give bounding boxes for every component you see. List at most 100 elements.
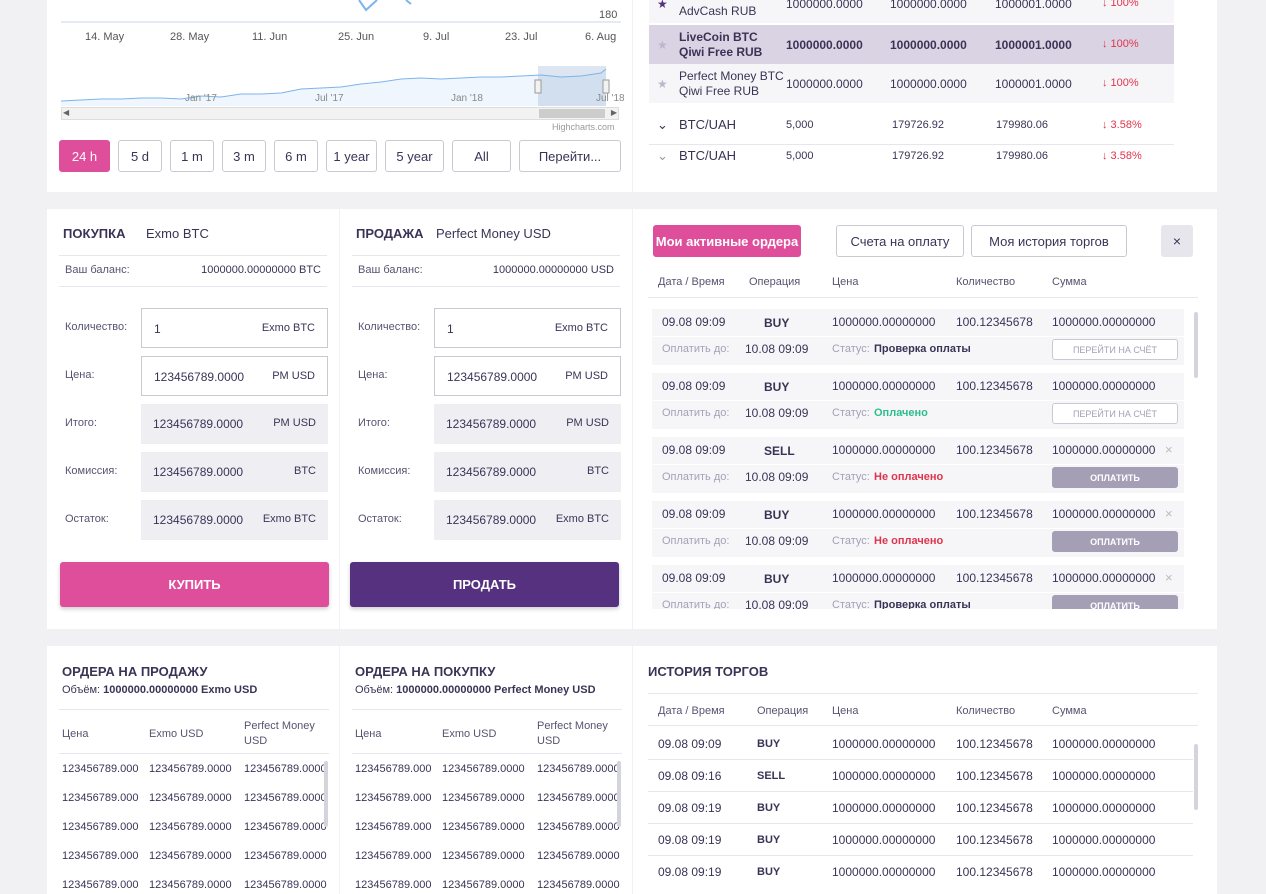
main-chart[interactable] (61, 0, 621, 26)
book-cell[interactable]: 123456789.0000 (149, 850, 232, 862)
field-label: Итого: (358, 417, 390, 429)
book-cell[interactable]: 123456789.000 (355, 792, 431, 804)
book-cell[interactable]: 123456789.0000 (442, 763, 525, 775)
scroll-left-icon[interactable]: ◀ (63, 108, 69, 117)
scroll-right-icon[interactable]: ▶ (611, 108, 617, 117)
sell-button[interactable]: ПРОДАТЬ (350, 562, 619, 607)
close-icon[interactable]: × (1165, 570, 1173, 585)
book-cell[interactable]: 123456789.0000 (149, 821, 232, 833)
book-scrollbar[interactable] (324, 761, 328, 827)
order-sum: 1000000.00000000 (1052, 315, 1156, 329)
history-scrollbar[interactable] (1194, 744, 1198, 810)
book-cell[interactable]: 123456789.0000 (244, 850, 327, 862)
market-group-row[interactable]: ⌄ BTC/UAH 5,000 179726.92 179980.06 ↓ 3.58% (649, 146, 1174, 176)
book-cell[interactable]: 123456789.000 (355, 763, 431, 775)
book-cell[interactable]: 123456789.000 (355, 821, 431, 833)
book-cell[interactable]: 123456789.0000 (537, 879, 620, 891)
book-cell[interactable]: 123456789.000 (62, 763, 138, 775)
book-cell[interactable]: 123456789.0000 (537, 821, 620, 833)
readonly-field: 123456789.0000 BTC (141, 452, 328, 492)
pay-button[interactable]: ОПЛАТИТЬ (1052, 531, 1178, 552)
buy-button[interactable]: КУПИТЬ (60, 562, 329, 607)
buy-orders-panel: ОРДЕРА НА ПОКУПКУ Объём: 1000000.00000000… (340, 646, 632, 894)
pay-until-value: 10.08 09:09 (745, 406, 809, 420)
pay-until-label: Оплатить до: (662, 599, 730, 609)
column-header: Цена (62, 728, 89, 740)
star-icon[interactable]: ★ (657, 0, 668, 11)
pay-button[interactable]: ОПЛАТИТЬ (1052, 595, 1178, 609)
book-cell[interactable]: 123456789.0000 (537, 850, 620, 862)
orders-scrollbar[interactable] (1194, 312, 1198, 378)
book-cell[interactable]: 123456789.0000 (537, 763, 620, 775)
range-button[interactable]: 24 h (59, 140, 110, 172)
amount-input[interactable]: 123456789.0000 PM USD (141, 356, 328, 396)
range-button[interactable]: 5 d (118, 140, 162, 172)
book-cell[interactable]: 123456789.0000 (537, 792, 620, 804)
range-button[interactable]: 1 m (170, 140, 214, 172)
divider (59, 709, 329, 710)
amount-input[interactable]: 123456789.0000 PM USD (434, 356, 621, 396)
chevron-down-icon[interactable]: ⌄ (657, 148, 668, 164)
range-button[interactable]: 6 m (274, 140, 318, 172)
history-operation: BUY (757, 802, 781, 814)
divider (352, 255, 620, 256)
orders-tab[interactable]: Мои активные ордера (653, 225, 801, 257)
book-cell[interactable]: 123456789.000 (355, 879, 431, 891)
column-header: Exmo USD (149, 728, 204, 740)
close-icon[interactable]: × (1161, 225, 1193, 257)
book-cell[interactable]: 123456789.0000 (442, 792, 525, 804)
book-cell[interactable]: 123456789.000 (355, 850, 431, 862)
close-icon[interactable]: × (1165, 506, 1173, 521)
book-cell[interactable]: 123456789.000 (62, 850, 138, 862)
book-cell[interactable]: 123456789.0000 (244, 763, 327, 775)
chevron-down-icon[interactable]: ⌄ (657, 117, 668, 133)
pair-name: Qiwi Free RUB (679, 84, 760, 98)
book-cell[interactable]: 123456789.0000 (442, 850, 525, 862)
field-value: 123456789.0000 (446, 513, 537, 527)
star-icon[interactable]: ★ (657, 38, 668, 52)
pair-name: Perfect Money BTC (679, 69, 784, 83)
chart-credit[interactable]: Highcharts.com (552, 122, 615, 132)
close-icon[interactable]: × (1165, 442, 1173, 457)
range-button[interactable]: Перейти... (519, 140, 621, 172)
book-scrollbar[interactable] (617, 761, 621, 827)
book-cell[interactable]: 123456789.0000 (442, 821, 525, 833)
pay-until-label: Оплатить до: (662, 471, 730, 483)
go-to-invoice-button[interactable]: ПЕРЕЙТИ НА СЧЁТ (1052, 339, 1178, 360)
history-price: 1000000.00000000 (832, 865, 936, 879)
range-button[interactable]: All (452, 140, 511, 172)
order-sum: 1000000.00000000 (1052, 571, 1156, 585)
range-button[interactable]: 3 m (222, 140, 266, 172)
divider (59, 753, 329, 754)
x-tick-label: 23. Jul (505, 31, 538, 43)
book-cell[interactable]: 123456789.0000 (149, 763, 232, 775)
divider (352, 286, 620, 287)
book-cell[interactable]: 123456789.0000 (442, 879, 525, 891)
pay-button[interactable]: ОПЛАТИТЬ (1052, 467, 1178, 488)
amount-input[interactable]: 1 Exmo BTC (141, 308, 328, 348)
scrollbar-thumb[interactable] (539, 109, 605, 118)
market-pair-row[interactable]: ★ Perfect Money BTC Qiwi Free RUB 1000000.0… (649, 64, 1174, 103)
pair-value: 1000001.0000 (995, 77, 1072, 91)
range-button[interactable]: 5 year (385, 140, 444, 172)
market-pair-row[interactable]: ★ LiveCoin BTC Qiwi Free RUB 1000000.0000 10… (649, 25, 1174, 64)
book-cell[interactable]: 123456789.000 (62, 879, 138, 891)
book-cell[interactable]: 123456789.0000 (149, 792, 232, 804)
range-button[interactable]: 1 year (326, 140, 377, 172)
go-to-invoice-button[interactable]: ПЕРЕЙТИ НА СЧЁТ (1052, 403, 1178, 424)
orders-tab[interactable]: Моя история торгов (971, 225, 1127, 257)
star-icon[interactable]: ★ (657, 77, 668, 91)
book-cell[interactable]: 123456789.000 (62, 821, 138, 833)
amount-input[interactable]: 1 Exmo BTC (434, 308, 621, 348)
pair-name: LiveCoin BTC (679, 30, 758, 44)
book-cell[interactable]: 123456789.0000 (244, 792, 327, 804)
book-cell[interactable]: 123456789.0000 (244, 821, 327, 833)
market-group-row[interactable]: ⌄ BTC/UAH 5,000 179726.92 179980.06 ↓ 3.58% (649, 115, 1174, 145)
navigator-scrollbar[interactable]: ◀ ▶ (61, 107, 619, 120)
book-cell[interactable]: 123456789.0000 (149, 879, 232, 891)
orders-tab[interactable]: Счета на оплату (836, 225, 964, 257)
book-cell[interactable]: 123456789.0000 (244, 879, 327, 891)
book-cell[interactable]: 123456789.000 (62, 792, 138, 804)
market-pair-row[interactable]: ★ Exmo BTCAdvCash RUB 1000000.0000 1000000.… (649, 0, 1174, 23)
pay-until-value: 10.08 09:09 (745, 342, 809, 356)
